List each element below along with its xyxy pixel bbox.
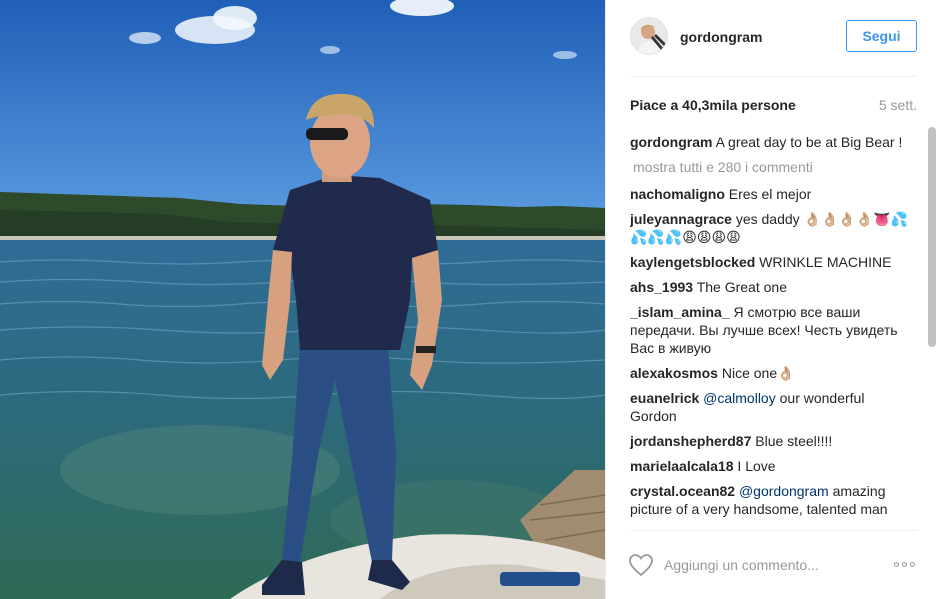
comment-item: kaylengetsblocked WRINKLE MACHINE — [630, 253, 912, 271]
comment-text: Eres el mejor — [728, 186, 812, 202]
comment-username[interactable]: crystal.ocean82 — [630, 483, 735, 499]
caption-username[interactable]: gordongram — [630, 134, 712, 150]
author-username[interactable]: gordongram — [680, 29, 762, 45]
comment-item: ahs_1993 The Great one — [630, 278, 912, 296]
load-more-comments-link[interactable]: mostra tutti e 280 i commenti — [633, 158, 912, 176]
avatar[interactable] — [630, 17, 668, 55]
comment-username[interactable]: alexakosmos — [630, 365, 718, 381]
comment-item: crystal.ocean82 @gordongram amazing pict… — [630, 482, 912, 518]
caption-text: A great day to be at Big Bear ! — [715, 134, 903, 150]
comment-username[interactable]: jordanshepherd87 — [630, 433, 751, 449]
comments-scrollbar[interactable] — [928, 127, 936, 347]
post-timestamp[interactable]: 5 sett. — [879, 97, 917, 113]
comment-item: juleyannagrace yes daddy 👌🏼👌🏼👌🏼👌🏼👅💦💦💦💦😩😩… — [630, 210, 912, 246]
post-footer — [606, 531, 944, 599]
comment-item: euanelrick @calmolloy our wonderful Gord… — [630, 389, 912, 425]
comment-username[interactable]: euanelrick — [630, 390, 699, 406]
comment-username[interactable]: ahs_1993 — [630, 279, 693, 295]
caption: gordongram A great day to be at Big Bear… — [630, 133, 912, 151]
post-photo[interactable] — [0, 0, 605, 599]
comment-item: _islam_amina_ Я смотрю все ваши передачи… — [630, 303, 912, 357]
comment-mention[interactable]: @calmolloy — [703, 390, 776, 406]
instagram-post: gordongram Segui Piace a 40,3mila person… — [0, 0, 944, 599]
comment-username[interactable]: marielaalcala18 — [630, 458, 734, 474]
post-header: gordongram Segui — [606, 0, 944, 76]
dot — [910, 562, 915, 567]
comment-username[interactable]: nachomaligno — [630, 186, 725, 202]
comment-item: jordanshepherd87 Blue steel!!!! — [630, 432, 912, 450]
comment-mention[interactable]: @gordongram — [739, 483, 829, 499]
comment-username[interactable]: kaylengetsblocked — [630, 254, 755, 270]
post-stats: Piace a 40,3mila persone 5 sett. — [630, 97, 917, 117]
comment-item: alexakosmos Nice one👌🏼 — [630, 364, 912, 382]
comment-text: Nice one👌🏼 — [721, 365, 795, 381]
comment-text: The Great one — [696, 279, 787, 295]
comment-text: Blue steel!!!! — [755, 433, 833, 449]
add-comment-input[interactable] — [664, 551, 884, 579]
comment-text: WRINKLE MACHINE — [759, 254, 892, 270]
header-divider — [630, 76, 917, 77]
profile-picture — [631, 18, 667, 54]
likes-count[interactable]: Piace a 40,3mila persone — [630, 97, 796, 113]
comment-item: marielaalcala18 I Love — [630, 457, 912, 475]
heart-icon[interactable] — [628, 553, 654, 577]
lake-scene-image — [0, 0, 605, 599]
dot — [894, 562, 899, 567]
comment-text: I Love — [737, 458, 776, 474]
comment-username[interactable]: juleyannagrace — [630, 211, 732, 227]
comments-list: gordongram A great day to be at Big Bear… — [630, 133, 912, 530]
comment-username[interactable]: _islam_amina_ — [630, 304, 730, 320]
dot — [902, 562, 907, 567]
post-side-panel: gordongram Segui Piace a 40,3mila person… — [605, 0, 944, 599]
follow-button[interactable]: Segui — [846, 20, 917, 52]
comment-item: nachomaligno Eres el mejor — [630, 185, 912, 203]
more-options-icon[interactable] — [892, 554, 918, 574]
